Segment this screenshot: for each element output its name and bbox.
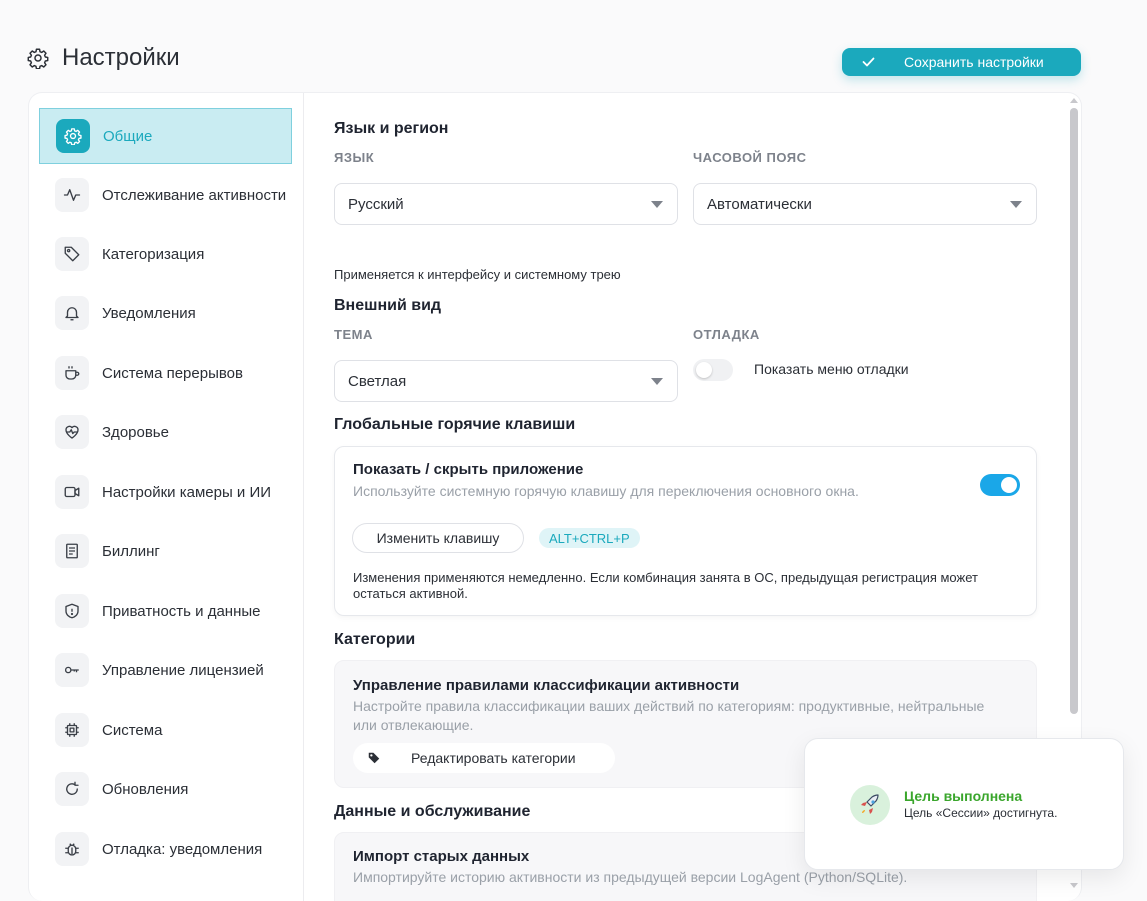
sidebar-item-updates[interactable]: Обновления xyxy=(39,761,292,817)
sidebar-item-activity-tracking[interactable]: Отслеживание активности xyxy=(39,167,292,223)
theme-select[interactable]: Светлая xyxy=(334,360,678,402)
sidebar-item-billing[interactable]: Биллинг xyxy=(39,523,292,579)
sidebar-item-label: Биллинг xyxy=(102,542,160,560)
import-card-desc: Импортируйте историю активности из преды… xyxy=(353,869,908,885)
theme-label: ТЕМА xyxy=(334,327,373,342)
gear-icon xyxy=(56,119,90,153)
heart-pulse-icon xyxy=(55,415,89,449)
sidebar-item-system[interactable]: Система xyxy=(39,702,292,758)
timezone-select-value: Автоматически xyxy=(707,195,812,213)
timezone-select[interactable]: Автоматически xyxy=(693,183,1037,225)
sidebar-item-general[interactable]: Общие xyxy=(39,108,292,164)
timezone-label: ЧАСОВОЙ ПОЯС xyxy=(693,150,807,165)
categories-section-title: Категории xyxy=(334,631,416,648)
change-hotkey-button[interactable]: Изменить клавишу xyxy=(352,523,524,553)
sidebar-item-label: Уведомления xyxy=(102,304,196,322)
shield-icon xyxy=(55,594,89,628)
data-section-title: Данные и обслуживание xyxy=(334,803,531,820)
sidebar-item-camera-ai[interactable]: Настройки камеры и ИИ xyxy=(39,464,292,520)
sidebar-item-label: Система xyxy=(102,721,163,739)
save-settings-button[interactable]: Сохранить настройки xyxy=(842,48,1081,76)
toast-title: Цель выполнена xyxy=(904,788,1023,804)
bug-icon xyxy=(55,832,89,866)
camera-icon xyxy=(55,475,89,509)
sidebar-item-label: Приватность и данные xyxy=(102,602,261,620)
refresh-icon xyxy=(55,772,89,806)
page-title: Настройки xyxy=(62,44,180,71)
debug-menu-label: Показать меню отладки xyxy=(754,361,909,377)
edit-categories-label: Редактировать категории xyxy=(411,750,576,766)
language-section-title: Язык и регион xyxy=(334,120,449,137)
language-label: ЯЗЫК xyxy=(334,150,375,165)
appearance-section-title: Внешний вид xyxy=(334,297,442,314)
theme-select-value: Светлая xyxy=(348,372,407,390)
debug-menu-toggle[interactable] xyxy=(693,359,733,381)
gear-icon xyxy=(26,46,50,70)
activity-icon xyxy=(55,178,89,212)
sidebar-item-label: Общие xyxy=(103,127,153,145)
check-icon xyxy=(862,57,876,67)
sidebar-item-categorization[interactable]: Категоризация xyxy=(39,226,292,282)
sidebar-item-privacy[interactable]: Приватность и данные xyxy=(39,583,292,639)
chevron-down-icon xyxy=(1010,200,1022,208)
chip-icon xyxy=(55,713,89,747)
categories-card-desc: Настройте правила классификации ваших де… xyxy=(353,698,985,733)
save-settings-label: Сохранить настройки xyxy=(904,54,1044,70)
scroll-up-arrow[interactable] xyxy=(1070,98,1078,103)
hotkeys-section-title: Глобальные горячие клавиши xyxy=(334,416,576,433)
hotkey-badge: ALT+CTRL+P xyxy=(539,528,640,548)
bell-icon xyxy=(55,296,89,330)
language-hint: Применяется к интерфейсу и системному тр… xyxy=(334,267,621,282)
content-scrollbar[interactable] xyxy=(1070,108,1078,714)
categories-card-title: Управление правилами классификации актив… xyxy=(353,677,740,694)
sidebar-item-label: Категоризация xyxy=(102,245,205,263)
language-select[interactable]: Русский xyxy=(334,183,678,225)
hotkey-card: Показать / скрыть приложение Используйте… xyxy=(334,446,1037,616)
sidebar-item-label: Здоровье xyxy=(102,423,169,441)
toast-message: Цель «Сессии» достигнута. xyxy=(904,806,1058,820)
sidebar-item-label: Отслеживание активности xyxy=(102,186,287,204)
sidebar-item-health[interactable]: Здоровье xyxy=(39,404,292,460)
sidebar-item-label: Настройки камеры и ИИ xyxy=(102,483,272,501)
settings-sidebar: Общие Отслеживание активности Категориза… xyxy=(29,93,304,901)
goal-toast[interactable]: Цель выполнена Цель «Сессии» достигнута. xyxy=(804,738,1124,870)
hotkey-note: Изменения применяются немедленно. Если к… xyxy=(353,570,978,601)
key-icon xyxy=(55,653,89,687)
toggle-knob xyxy=(1001,477,1017,493)
hotkey-card-desc: Используйте системную горячую клавишу дл… xyxy=(353,483,859,499)
sidebar-item-label: Обновления xyxy=(102,780,189,798)
sidebar-item-label: Управление лицензией xyxy=(102,661,264,679)
sidebar-item-notifications[interactable]: Уведомления xyxy=(39,285,292,341)
chevron-down-icon xyxy=(651,200,663,208)
sidebar-item-break-system[interactable]: Система перерывов xyxy=(39,345,292,401)
toggle-knob xyxy=(696,362,712,378)
import-card-title: Импорт старых данных xyxy=(353,848,530,865)
sidebar-item-label: Система перерывов xyxy=(102,364,243,382)
sidebar-item-label: Отладка: уведомления xyxy=(102,840,263,858)
receipt-icon xyxy=(55,534,89,568)
scroll-down-arrow[interactable] xyxy=(1070,883,1078,888)
debug-label: ОТЛАДКА xyxy=(693,327,760,342)
page-header: Настройки xyxy=(26,44,180,72)
language-select-value: Русский xyxy=(348,195,404,213)
tag-icon xyxy=(367,751,383,765)
sidebar-item-debug-notifications[interactable]: Отладка: уведомления xyxy=(39,821,292,877)
chevron-down-icon xyxy=(651,377,663,385)
edit-categories-button[interactable]: Редактировать категории xyxy=(353,743,615,773)
sidebar-item-license[interactable]: Управление лицензией xyxy=(39,642,292,698)
tag-icon xyxy=(55,237,89,271)
rocket-icon xyxy=(850,785,890,825)
hotkey-card-title: Показать / скрыть приложение xyxy=(353,461,584,478)
hotkey-toggle[interactable] xyxy=(980,474,1020,496)
coffee-icon xyxy=(55,356,89,390)
